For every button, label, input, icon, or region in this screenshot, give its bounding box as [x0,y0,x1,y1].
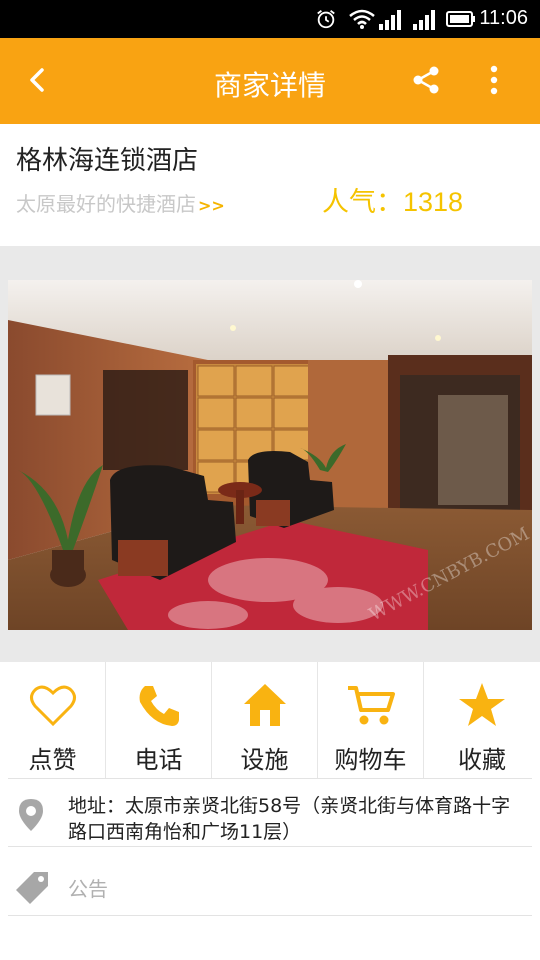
status-time: 11:06 [479,7,528,29]
facilities-button[interactable]: 设施 [212,662,318,778]
phone-button[interactable]: 电话 [106,662,212,778]
popularity-count: 人气：1318 [322,187,464,217]
share-icon[interactable] [410,64,442,96]
alarm-icon [317,10,335,29]
facilities-label: 设施 [240,746,289,774]
address-text: 地址：太原市亲贤北街58号（亲贤北街与体育路十字路口西南角怡和广场11层） [68,795,511,843]
shop-slogan-link[interactable]: 太原最好的快捷酒店 >> [16,188,225,217]
wifi-icon [349,9,375,29]
lobby-illustration: WWW.CNBYB.COM [8,280,532,630]
like-button[interactable]: 点赞 [0,662,106,778]
battery-icon [446,11,475,27]
address-row[interactable]: 地址：太原市亲贤北街58号（亲贤北街与体育路十字路口西南角怡和广场11层） [8,778,532,846]
shop-slogan-text: 太原最好的快捷酒店 [16,192,196,216]
hotel-lobby-photo[interactable]: WWW.CNBYB.COM [8,280,532,630]
phone-label: 电话 [134,746,183,774]
signal-icon [379,10,401,30]
app-bar: 商家详情 [0,38,540,124]
location-pin-icon [19,799,43,831]
status-bar: 11:06 [0,0,540,38]
slogan-arrow: >> [198,196,225,215]
notice-label: 公告 [68,877,108,901]
shop-name: 格林海连锁酒店 [16,146,199,176]
like-label: 点赞 [28,746,77,774]
heart-icon [29,685,76,727]
cart-button[interactable]: 购物车 [318,662,424,778]
shop-header: 格林海连锁酒店 太原最好的快捷酒店 >> 人气：1318 [0,124,540,246]
notice-row[interactable]: 公告 [8,846,532,916]
cart-icon [347,686,395,725]
home-icon [243,684,286,726]
more-vert-icon[interactable] [482,62,506,98]
star-icon [459,683,505,726]
cart-label: 购物车 [334,746,407,774]
action-bar: 点赞 电话 设施 购物车 收藏 [0,662,540,778]
favorite-label: 收藏 [458,746,506,774]
signal-icon [413,10,435,30]
phone-icon [139,686,179,726]
favorite-button[interactable]: 收藏 [424,662,540,778]
tag-icon [16,872,48,904]
page-title: 商家详情 [213,69,326,102]
